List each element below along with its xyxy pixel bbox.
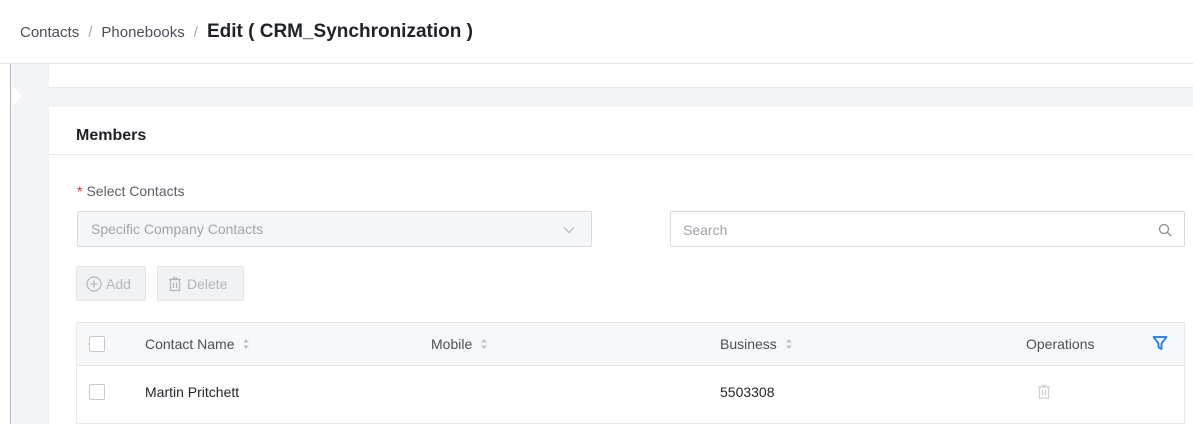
contacts-table: Contact Name Mobile Business Operations … [76, 322, 1185, 424]
search-icon[interactable] [1158, 223, 1172, 237]
select-contacts-label: * Select Contacts [77, 183, 185, 199]
column-operations-label: Operations [1026, 336, 1095, 352]
members-card-header: Members [49, 107, 1193, 155]
breadcrumb-phonebooks[interactable]: Phonebooks [101, 24, 184, 41]
delete-button[interactable]: Delete [157, 266, 244, 301]
top-bar: Contacts / Phonebooks / Edit ( CRM_Synch… [0, 0, 1193, 64]
members-card: Members * Select Contacts Specific Compan… [49, 107, 1193, 424]
breadcrumb-separator: / [88, 23, 93, 41]
page-title: Edit ( CRM_Synchronization ) [206, 21, 473, 42]
column-mobile-label: Mobile [431, 336, 473, 352]
sort-icon[interactable] [242, 338, 250, 350]
plus-circle-icon [86, 275, 102, 292]
select-contacts-value: Specific Company Contacts [91, 221, 263, 237]
add-button-label: Add [106, 275, 131, 292]
row-checkbox[interactable] [89, 384, 105, 400]
table-header: Contact Name Mobile Business Operations [77, 323, 1184, 366]
filter-icon[interactable] [1152, 335, 1168, 351]
cell-business: 5503308 [720, 384, 775, 400]
select-all-checkbox[interactable] [89, 336, 105, 352]
sidebar-collapse-handle[interactable] [12, 86, 22, 106]
trash-icon[interactable] [1037, 384, 1051, 399]
sort-icon[interactable] [785, 338, 793, 350]
members-title: Members [76, 127, 147, 144]
delete-button-label: Delete [187, 275, 228, 292]
breadcrumb: Contacts / Phonebooks / Edit ( CRM_Synch… [20, 18, 473, 46]
add-button[interactable]: Add [76, 266, 146, 301]
breadcrumb-contacts[interactable]: Contacts [20, 24, 79, 41]
column-mobile[interactable]: Mobile [431, 336, 488, 352]
trash-icon [169, 276, 181, 291]
column-operations: Operations [1026, 336, 1094, 352]
chevron-down-icon [563, 227, 575, 234]
column-contact-name[interactable]: Contact Name [145, 336, 250, 352]
select-contacts-label-text: Select Contacts [86, 183, 185, 199]
search-box [670, 211, 1185, 247]
cell-contact-name: Martin Pritchett [145, 384, 240, 400]
required-mark: * [77, 183, 83, 199]
column-contact-name-label: Contact Name [145, 336, 235, 352]
column-business[interactable]: Business [720, 336, 793, 352]
select-contacts-dropdown[interactable]: Specific Company Contacts [77, 211, 592, 247]
breadcrumb-separator: / [193, 23, 198, 41]
column-business-label: Business [720, 336, 777, 352]
sort-icon[interactable] [480, 338, 488, 350]
previous-card-bottom [49, 64, 1193, 88]
table-row[interactable]: Martin Pritchett 5503308 [77, 367, 1184, 417]
search-input[interactable] [683, 220, 1143, 240]
